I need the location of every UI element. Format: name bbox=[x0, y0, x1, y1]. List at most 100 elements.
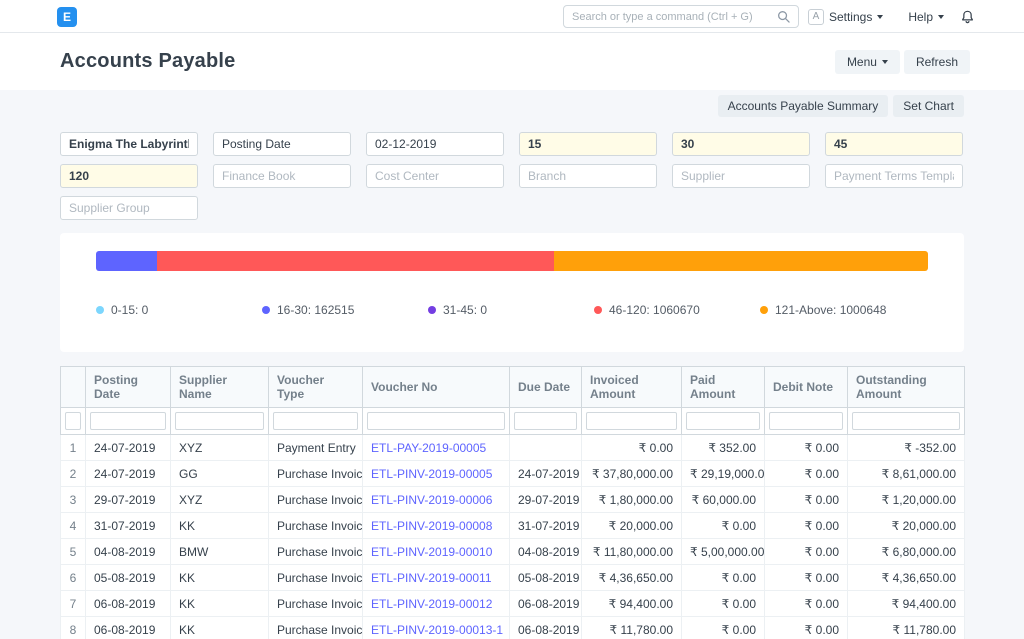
legend-label: 46-120: 1060670 bbox=[609, 303, 700, 317]
app-logo[interactable]: E bbox=[57, 7, 77, 27]
cell-outstanding_amount: ₹ 94,400.00 bbox=[848, 591, 965, 617]
cell-voucher_no: ETL-PAY-2019-00005 bbox=[363, 435, 510, 461]
cell-supplier_name: GG bbox=[171, 461, 269, 487]
filter-supplier-group[interactable] bbox=[60, 196, 198, 220]
col-header-paid_amount[interactable]: Paid Amount bbox=[682, 367, 765, 408]
filter-cost-center[interactable] bbox=[366, 164, 504, 188]
cell-invoiced_amount: ₹ 20,000.00 bbox=[582, 513, 682, 539]
cell-idx: 8 bbox=[61, 617, 86, 639]
filter-payment-terms-template[interactable] bbox=[825, 164, 963, 188]
cell-voucher_type: Purchase Invoice bbox=[269, 617, 363, 639]
cell-voucher_type: Payment Entry bbox=[269, 435, 363, 461]
cell-posting_date: 24-07-2019 bbox=[86, 461, 171, 487]
help-menu[interactable]: Help bbox=[908, 10, 944, 24]
refresh-button[interactable]: Refresh bbox=[904, 50, 970, 74]
filter-supplier[interactable] bbox=[672, 164, 810, 188]
col-filter-input-posting_date[interactable] bbox=[90, 412, 166, 430]
col-header-idx[interactable] bbox=[61, 367, 86, 408]
col-header-debit_note[interactable]: Debit Note bbox=[765, 367, 848, 408]
cell-supplier_name: KK bbox=[171, 617, 269, 639]
notifications-bell-icon[interactable] bbox=[961, 10, 974, 24]
filter-company[interactable] bbox=[60, 132, 198, 156]
col-header-posting_date[interactable]: Posting Date bbox=[86, 367, 171, 408]
cell-idx: 2 bbox=[61, 461, 86, 487]
report-area: Accounts Payable Summary Set Chart 0-15:… bbox=[0, 90, 1024, 639]
filter-range-4[interactable] bbox=[60, 164, 198, 188]
search-input[interactable] bbox=[572, 11, 777, 23]
col-filter-input-due_date[interactable] bbox=[514, 412, 577, 430]
menu-button-label: Menu bbox=[847, 55, 877, 69]
erpnext-logo-icon: E bbox=[57, 7, 77, 27]
cell-invoiced_amount: ₹ 94,400.00 bbox=[582, 591, 682, 617]
col-header-invoiced_amount[interactable]: Invoiced Amount bbox=[582, 367, 682, 408]
cell-idx: 6 bbox=[61, 565, 86, 591]
col-header-outstanding_amount[interactable]: Outstanding Amount bbox=[848, 367, 965, 408]
report-datatable: Posting DateSupplier NameVoucher TypeVou… bbox=[60, 366, 964, 639]
filter-range-1[interactable] bbox=[519, 132, 657, 156]
col-filter-input-idx[interactable] bbox=[65, 412, 81, 430]
legend-dot-icon bbox=[760, 306, 768, 314]
voucher-link[interactable]: ETL-PINV-2019-00013-1 bbox=[371, 623, 503, 637]
cell-posting_date: 06-08-2019 bbox=[86, 617, 171, 639]
col-header-due_date[interactable]: Due Date bbox=[510, 367, 582, 408]
chevron-down-icon bbox=[877, 15, 883, 19]
col-filter-input-paid_amount[interactable] bbox=[686, 412, 760, 430]
col-filter-input-voucher_type[interactable] bbox=[273, 412, 358, 430]
cell-voucher_type: Purchase Invoice bbox=[269, 565, 363, 591]
col-filter-cell-outstanding_amount bbox=[848, 408, 965, 435]
column-filter-row bbox=[61, 408, 965, 435]
col-filter-input-supplier_name[interactable] bbox=[175, 412, 264, 430]
page-actions: Menu Refresh bbox=[835, 50, 970, 74]
cell-debit_note: ₹ 0.00 bbox=[765, 565, 848, 591]
cell-paid_amount: ₹ 0.00 bbox=[682, 513, 765, 539]
col-filter-cell-idx bbox=[61, 408, 86, 435]
filter-finance-book[interactable] bbox=[213, 164, 351, 188]
legend-label: 0-15: 0 bbox=[111, 303, 148, 317]
col-filter-input-voucher_no[interactable] bbox=[367, 412, 505, 430]
bar-segment-16-30 bbox=[96, 251, 157, 271]
cell-voucher_no: ETL-PINV-2019-00008 bbox=[363, 513, 510, 539]
settings-menu[interactable]: Settings bbox=[829, 10, 883, 24]
filter-ageing-based-on[interactable] bbox=[213, 132, 351, 156]
col-filter-input-invoiced_amount[interactable] bbox=[586, 412, 677, 430]
cell-debit_note: ₹ 0.00 bbox=[765, 591, 848, 617]
accounts-payable-summary-button[interactable]: Accounts Payable Summary bbox=[718, 95, 889, 117]
menu-button[interactable]: Menu bbox=[835, 50, 900, 74]
user-avatar[interactable]: A bbox=[808, 9, 824, 25]
global-search-bar bbox=[563, 5, 799, 28]
legend-dot-icon bbox=[428, 306, 436, 314]
col-header-supplier_name[interactable]: Supplier Name bbox=[171, 367, 269, 408]
table-row: 431-07-2019KKPurchase InvoiceETL-PINV-20… bbox=[61, 513, 965, 539]
filter-range-3[interactable] bbox=[825, 132, 963, 156]
cell-supplier_name: KK bbox=[171, 513, 269, 539]
cell-due_date: 06-08-2019 bbox=[510, 617, 582, 639]
col-header-voucher_no[interactable]: Voucher No bbox=[363, 367, 510, 408]
cell-supplier_name: KK bbox=[171, 591, 269, 617]
voucher-link[interactable]: ETL-PAY-2019-00005 bbox=[371, 441, 486, 455]
filter-range-2[interactable] bbox=[672, 132, 810, 156]
voucher-link[interactable]: ETL-PINV-2019-00012 bbox=[371, 597, 492, 611]
page-head: Accounts Payable Menu Refresh bbox=[0, 33, 1024, 90]
filter-report-date[interactable] bbox=[366, 132, 504, 156]
cell-debit_note: ₹ 0.00 bbox=[765, 461, 848, 487]
cell-paid_amount: ₹ 0.00 bbox=[682, 617, 765, 639]
col-filter-cell-voucher_no bbox=[363, 408, 510, 435]
col-filter-input-outstanding_amount[interactable] bbox=[852, 412, 960, 430]
cell-debit_note: ₹ 0.00 bbox=[765, 513, 848, 539]
cell-voucher_no: ETL-PINV-2019-00010 bbox=[363, 539, 510, 565]
col-filter-input-debit_note[interactable] bbox=[769, 412, 843, 430]
voucher-link[interactable]: ETL-PINV-2019-00011 bbox=[371, 571, 492, 585]
navbar-right: A Settings Help bbox=[808, 0, 974, 33]
cell-posting_date: 06-08-2019 bbox=[86, 591, 171, 617]
cell-voucher_type: Purchase Invoice bbox=[269, 591, 363, 617]
voucher-link[interactable]: ETL-PINV-2019-00005 bbox=[371, 467, 492, 481]
cell-debit_note: ₹ 0.00 bbox=[765, 617, 848, 639]
col-header-voucher_type[interactable]: Voucher Type bbox=[269, 367, 363, 408]
voucher-link[interactable]: ETL-PINV-2019-00010 bbox=[371, 545, 492, 559]
set-chart-button[interactable]: Set Chart bbox=[893, 95, 964, 117]
voucher-link[interactable]: ETL-PINV-2019-00006 bbox=[371, 493, 492, 507]
cell-paid_amount: ₹ 5,00,000.00 bbox=[682, 539, 765, 565]
voucher-link[interactable]: ETL-PINV-2019-00008 bbox=[371, 519, 492, 533]
filter-branch[interactable] bbox=[519, 164, 657, 188]
cell-debit_note: ₹ 0.00 bbox=[765, 487, 848, 513]
